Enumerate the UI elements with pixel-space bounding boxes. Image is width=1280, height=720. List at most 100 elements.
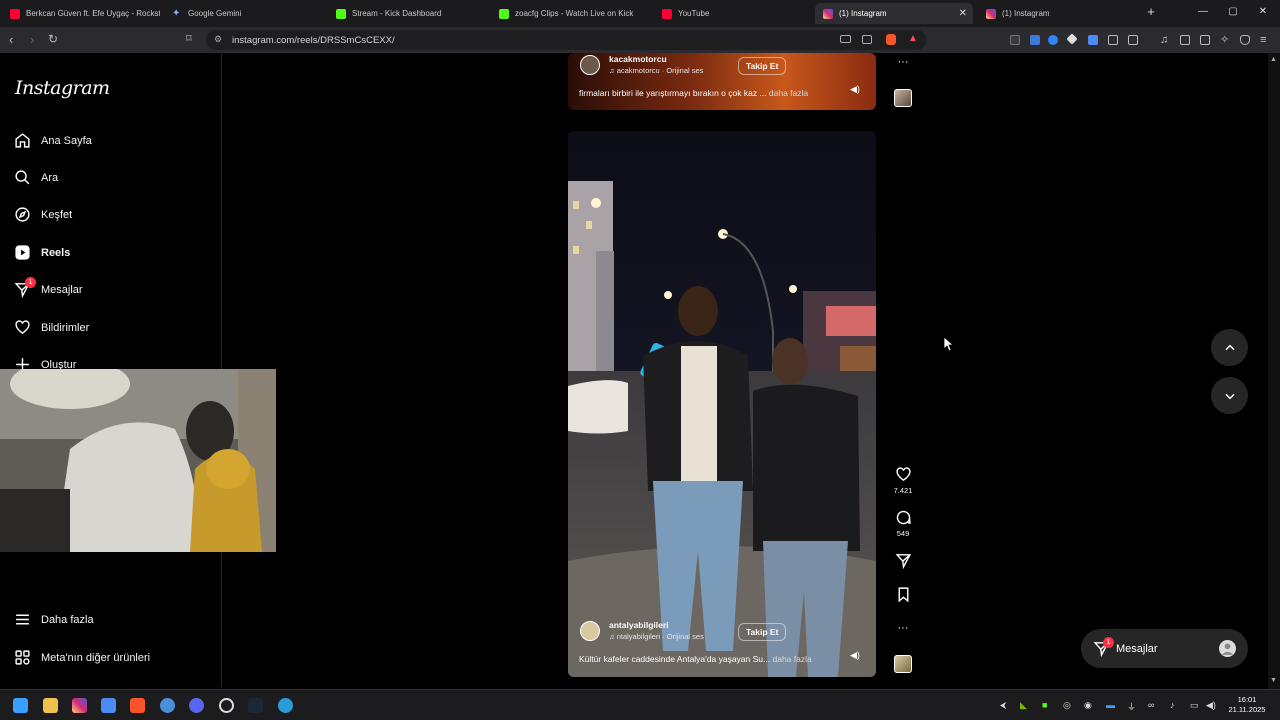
new-tab-button[interactable]: + — [1144, 4, 1158, 19]
share-button[interactable] — [894, 552, 912, 574]
tray-arrow-icon[interactable]: ⮜ — [1000, 700, 1006, 711]
puzzle-icon[interactable] — [1108, 35, 1118, 45]
compass-icon — [14, 206, 31, 223]
close-icon[interactable]: ✕ — [959, 8, 967, 19]
reel-caption[interactable]: firmaları birbiri ile yarıştırmayı bırak… — [579, 88, 808, 98]
tab-kick-clips[interactable]: zoacfg Clips - Watch Live on Kick — [491, 3, 651, 24]
extension-icon[interactable] — [1030, 35, 1040, 45]
brave-browser-icon[interactable] — [130, 698, 145, 713]
sidebar-item-notifications[interactable]: Bildirimler — [14, 319, 89, 336]
scroll-up-arrow-icon[interactable]: ▲ — [1270, 56, 1277, 63]
system-clock[interactable]: 16:01 21.11.2025 — [1222, 695, 1272, 715]
reel-card[interactable]: kacakmotorcu ♫ acakmotorcu · Orijinal se… — [568, 53, 876, 110]
discord-icon[interactable] — [189, 698, 204, 713]
brave-rewards-icon[interactable]: ▲ — [908, 34, 918, 44]
tab-instagram[interactable]: (1) Instagram — [978, 3, 1138, 24]
more-link[interactable]: daha fazla — [769, 88, 808, 98]
audio-thumbnail[interactable] — [894, 655, 912, 673]
volume-icon[interactable]: ◀) — [1206, 700, 1216, 711]
extension-icon[interactable] — [1048, 35, 1058, 45]
reel-username[interactable]: antalyabilgileri — [609, 620, 669, 630]
sidebar-item-home[interactable]: Ana Sayfa — [14, 132, 92, 149]
next-reel-button[interactable] — [1211, 377, 1248, 414]
reel-video[interactable]: antalyabilgileri ♫ ntalyabilgileri · Ori… — [568, 131, 876, 677]
tab-kick-dashboard[interactable]: Stream - Kick Dashboard — [328, 3, 488, 24]
file-explorer-icon[interactable] — [43, 698, 58, 713]
steam-icon[interactable] — [248, 698, 263, 713]
app-icon[interactable] — [101, 698, 116, 713]
instagram-app-icon[interactable] — [72, 698, 87, 713]
reel-caption[interactable]: Kültür kafeler caddesinde Antalya'da yaş… — [579, 654, 812, 664]
app-icon[interactable] — [278, 698, 293, 713]
reel-audio[interactable]: ♫ acakmotorcu · Orijinal ses — [609, 66, 703, 75]
tab-berkcan[interactable]: Berkcan Güven ft. Efe Uygaç - Rockst — [2, 3, 160, 24]
avatar[interactable] — [1219, 640, 1236, 657]
previous-reel-button[interactable] — [1211, 329, 1248, 366]
like-button[interactable] — [894, 466, 912, 488]
sidebar-item-messages[interactable]: 1 Mesajlar — [14, 277, 83, 298]
more-options-icon[interactable]: ··· — [894, 622, 912, 634]
usb-icon[interactable]: ⏚ — [1127, 700, 1136, 713]
wallet-icon[interactable] — [1200, 35, 1210, 45]
vpn-icon[interactable] — [1240, 35, 1250, 45]
sidebar-toggle-icon[interactable] — [1180, 35, 1190, 45]
menu-icon[interactable]: ≡ — [1260, 35, 1270, 46]
comment-button[interactable] — [894, 509, 912, 531]
volume-icon[interactable]: ◀) — [850, 650, 860, 661]
share-icon[interactable] — [862, 35, 872, 44]
sidebar-item-reels[interactable]: Reels — [14, 244, 70, 261]
steam-tray-icon[interactable]: ◉ — [1084, 700, 1092, 711]
tab-youtube[interactable]: YouTube — [654, 3, 814, 24]
save-button[interactable] — [894, 586, 912, 608]
sidebar-item-search[interactable]: Ara — [14, 169, 58, 186]
volume-icon[interactable]: ◀) — [850, 84, 860, 95]
nvidia-icon[interactable]: ◣ — [1020, 700, 1027, 711]
tray-app-icon[interactable]: ◎ — [1063, 700, 1071, 711]
brave-shields-icon[interactable] — [886, 34, 896, 45]
follow-button[interactable]: Takip Et — [738, 623, 787, 641]
tab-instagram-active[interactable]: (1) Instagram ✕ — [815, 3, 973, 24]
windows-start-icon[interactable] — [13, 698, 28, 713]
scroll-down-arrow-icon[interactable]: ▼ — [1270, 677, 1277, 684]
address-bar[interactable]: ⚙ instagram.com/reels/DRSSmCsCEXX/ ▲ — [206, 30, 926, 50]
microphone-icon[interactable]: ♪ — [1170, 700, 1175, 710]
more-options-icon[interactable]: ··· — [894, 56, 912, 68]
link-icon[interactable]: ∞ — [1148, 700, 1154, 710]
sidebar-item-more[interactable]: Daha fazla — [14, 611, 94, 628]
leo-ai-icon[interactable]: ✧ — [1220, 35, 1230, 46]
audio-thumbnail[interactable] — [894, 89, 912, 107]
instagram-logo[interactable]: Instagram — [15, 77, 110, 99]
app-icon[interactable] — [160, 698, 175, 713]
bookmark-icon[interactable]: ⌑ — [186, 33, 192, 46]
maximize-button[interactable]: ▢ — [1226, 6, 1240, 17]
obs-icon[interactable] — [219, 698, 234, 713]
follow-button[interactable]: Takip Et — [738, 57, 787, 75]
close-window-button[interactable]: ✕ — [1256, 6, 1270, 17]
extension-icon[interactable] — [1066, 33, 1078, 45]
tray-app-icon[interactable]: ■ — [1042, 700, 1047, 710]
extension-icon[interactable] — [1010, 35, 1020, 45]
sidebar-item-explore[interactable]: Keşfet — [14, 206, 72, 223]
sidebar-item-meta-products[interactable]: Meta'nın diğer ürünleri — [14, 649, 150, 666]
clock-time: 16:01 — [1237, 695, 1257, 704]
reel-audio[interactable]: ♫ ntalyabilgileri · Orijinal ses — [609, 632, 704, 641]
avatar[interactable] — [580, 55, 600, 75]
reload-button[interactable]: ↻ — [48, 33, 58, 46]
tray-app-icon[interactable]: ▬ — [1106, 700, 1115, 710]
network-icon[interactable]: ▭ — [1190, 700, 1199, 711]
tab-gemini[interactable]: ✦ Google Gemini — [164, 3, 324, 24]
translate-icon[interactable] — [1088, 35, 1098, 45]
more-link[interactable]: daha fazla — [772, 654, 811, 664]
minimize-button[interactable]: — — [1196, 6, 1210, 17]
site-info-icon[interactable]: ⚙ — [214, 34, 222, 45]
forward-button[interactable]: › — [30, 33, 34, 46]
music-icon[interactable]: ♫ — [1160, 35, 1170, 46]
page-scrollbar[interactable]: ▲ ▼ — [1268, 53, 1280, 689]
kick-icon — [499, 8, 509, 19]
cast-icon[interactable] — [840, 35, 851, 43]
avatar[interactable] — [580, 621, 600, 641]
reel-username[interactable]: kacakmotorcu — [609, 54, 667, 64]
messages-pill[interactable]: 1 Mesajlar — [1081, 629, 1248, 668]
screenshot-icon[interactable] — [1128, 35, 1138, 45]
back-button[interactable]: ‹ — [9, 33, 13, 46]
